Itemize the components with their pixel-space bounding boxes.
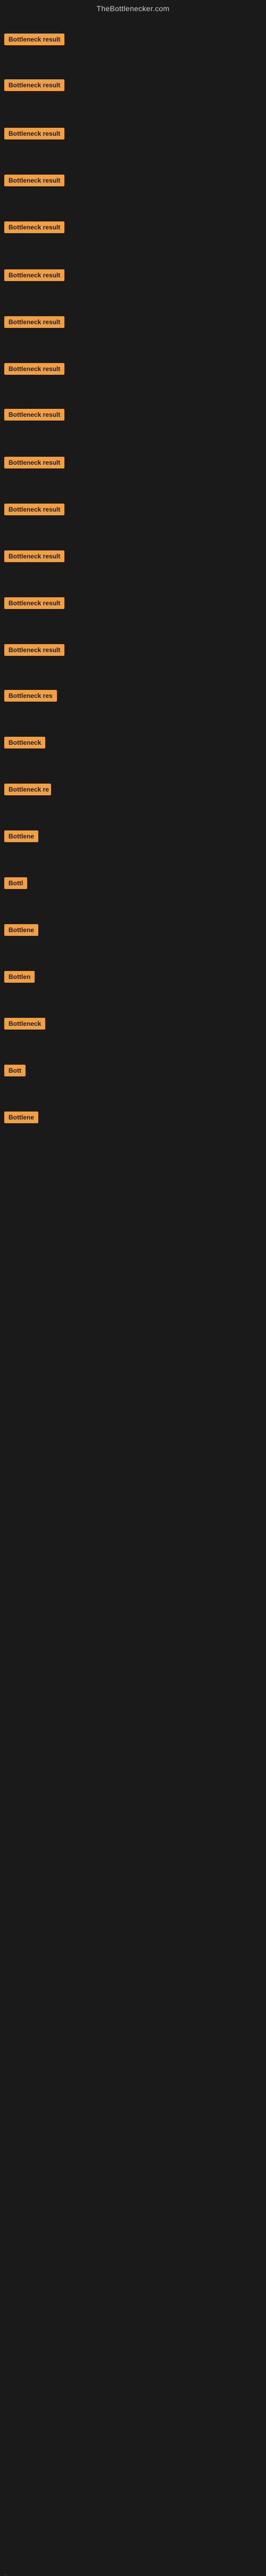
- bottleneck-item[interactable]: Bottleneck result: [4, 597, 64, 609]
- bottleneck-item[interactable]: Bottleneck result: [4, 316, 64, 328]
- bottleneck-item[interactable]: Bottleneck result: [4, 175, 64, 186]
- bottleneck-item[interactable]: Bottleneck result: [4, 363, 64, 375]
- bottleneck-item[interactable]: Bottleneck re: [4, 784, 51, 795]
- bottleneck-item[interactable]: Bottleneck result: [4, 269, 64, 281]
- bottleneck-item[interactable]: Bottleneck result: [4, 34, 64, 45]
- bottleneck-item[interactable]: Bottleneck result: [4, 128, 64, 139]
- bottleneck-item[interactable]: Bott: [4, 1065, 26, 1076]
- items-container: Bottleneck result Bottleneck result Bottle…: [0, 16, 266, 1294]
- bottleneck-item[interactable]: Bottleneck result: [4, 409, 64, 421]
- bottleneck-item[interactable]: Bottleneck res: [4, 690, 57, 702]
- bottleneck-item[interactable]: Bottleneck: [4, 1018, 45, 1030]
- site-title: TheBottlenecker.com: [0, 0, 266, 16]
- bottleneck-item[interactable]: Bottleneck: [4, 737, 45, 748]
- bottleneck-item[interactable]: Bottleneck result: [4, 504, 64, 515]
- bottleneck-item[interactable]: Bottlene: [4, 924, 38, 936]
- bottleneck-item[interactable]: Bottleneck result: [4, 457, 64, 468]
- bottleneck-item[interactable]: Bottleneck result: [4, 79, 64, 91]
- footnote: ...: [3, 2571, 266, 2576]
- bottleneck-item[interactable]: Bottleneck result: [4, 550, 64, 562]
- bottleneck-item[interactable]: Bottleneck result: [4, 644, 64, 656]
- bottleneck-item[interactable]: Bottleneck result: [4, 221, 64, 233]
- bottleneck-item[interactable]: Bottlene: [4, 830, 38, 842]
- bottleneck-item[interactable]: Bottlen: [4, 971, 35, 983]
- bottleneck-item[interactable]: Bottl: [4, 877, 27, 889]
- bottleneck-item[interactable]: Bottlene: [4, 1112, 38, 1123]
